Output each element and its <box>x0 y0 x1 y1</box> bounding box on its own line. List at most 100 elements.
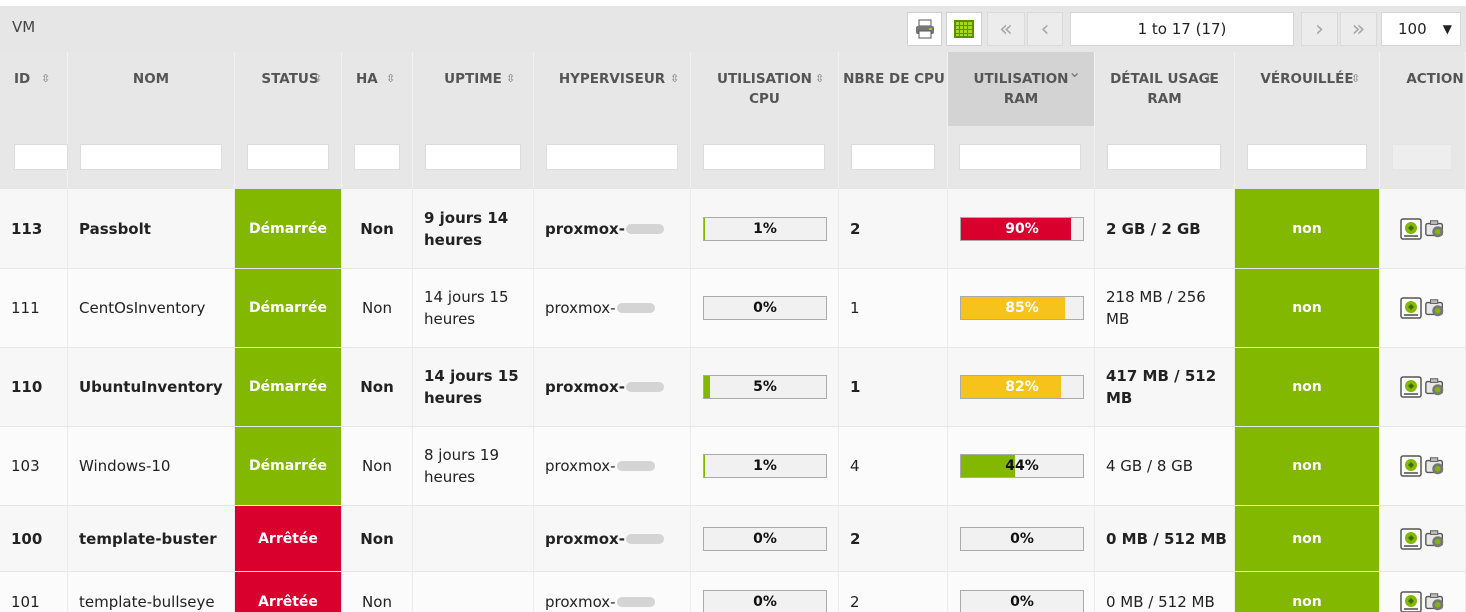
table-row[interactable]: 101 template-bullseye Arrêtée Non proxmox- 0%… <box>0 571 1466 612</box>
print-button[interactable] <box>907 12 942 46</box>
column-header-label: DÉTAIL USAGE RAM <box>1110 71 1219 107</box>
cpu-usage-label: 1% <box>753 220 777 237</box>
per-page-select[interactable]: 100 ▼ <box>1381 12 1461 46</box>
sort-icon[interactable]: ⇳ <box>815 69 824 89</box>
locked-badge: non <box>1235 348 1380 426</box>
columns-icon <box>954 20 974 38</box>
filter-input-utilisation-cpu[interactable] <box>703 144 825 170</box>
column-header-uptime[interactable]: UPTIME ⇳ <box>413 52 534 126</box>
vm-id: 103 <box>11 457 40 475</box>
ram-usage-label: 82% <box>1005 379 1039 395</box>
column-header-status[interactable]: STATUS ⇳ <box>235 52 342 126</box>
filter-input-hyperviseur[interactable] <box>546 144 678 170</box>
filter-input-ha[interactable] <box>354 144 400 170</box>
cell-ha: Non <box>342 348 413 426</box>
redacted-blur <box>616 596 655 607</box>
ram-detail-value: 218 MB / 256 MB <box>1106 288 1206 328</box>
filter-input-status[interactable] <box>247 144 329 170</box>
cpu-count-value: 1 <box>850 299 860 317</box>
status-label: Démarrée <box>249 379 327 395</box>
cpu-usage-label: 0% <box>753 593 777 610</box>
locked-value: non <box>1292 220 1322 237</box>
console-icon[interactable] <box>1399 455 1422 477</box>
cell-ram-usage: 85% <box>948 269 1095 347</box>
filter-input-nbre-de-cpu[interactable] <box>851 144 935 170</box>
action-group <box>1380 455 1465 477</box>
filter-cell <box>1380 126 1466 188</box>
ram-usage-bar: 90% <box>960 216 1084 241</box>
sort-icon[interactable]: ⇳ <box>670 69 679 89</box>
vm-settings-icon[interactable] <box>1424 591 1446 612</box>
vm-id: 101 <box>11 592 40 611</box>
column-header-nom[interactable]: NOM⇳ <box>68 52 283 126</box>
filter-input-id[interactable] <box>14 144 68 170</box>
filter-input-vérouillée[interactable] <box>1247 144 1367 170</box>
cell-uptime: 8 jours 19 heures <box>413 427 534 505</box>
column-header-détail-usage-ram[interactable]: DÉTAIL USAGE RAM ⇳ <box>1095 52 1235 126</box>
action-group <box>1380 297 1465 319</box>
vm-settings-icon[interactable] <box>1424 528 1446 550</box>
columns-button[interactable] <box>946 12 982 46</box>
column-header-utilisation-cpu[interactable]: UTILISATION CPU ⇳ <box>691 52 839 126</box>
locked-value: non <box>1292 593 1322 610</box>
ram-usage-label: 90% <box>1005 220 1039 237</box>
last-page-icon: » <box>1351 16 1366 42</box>
console-icon[interactable] <box>1399 217 1422 240</box>
filter-input-uptime[interactable] <box>425 144 521 170</box>
prev-page-button[interactable]: ‹ <box>1027 12 1063 46</box>
sort-icon[interactable]: ⇳ <box>313 69 322 89</box>
console-icon[interactable] <box>1399 527 1422 550</box>
locked-value: non <box>1292 379 1322 395</box>
ha-value: Non <box>362 592 392 611</box>
table-row[interactable]: 110 UbuntuInventory Démarrée Non 14 jours 15… <box>0 347 1466 426</box>
cpu-usage-bar: 0% <box>703 589 827 612</box>
last-page-button[interactable]: » <box>1340 12 1377 46</box>
filter-cell <box>534 126 691 188</box>
status-label: Démarrée <box>249 220 327 237</box>
uptime-value: 9 jours 14 heures <box>424 208 509 249</box>
vm-settings-icon[interactable] <box>1424 455 1446 477</box>
console-icon[interactable] <box>1399 590 1422 612</box>
filter-cell <box>1095 126 1235 188</box>
vm-settings-icon[interactable] <box>1424 376 1446 398</box>
status-label: Arrêtée <box>258 530 318 547</box>
cpu-usage-label: 0% <box>753 300 777 316</box>
hypervisor-value: proxmox- <box>545 530 664 548</box>
redacted-blur <box>625 533 664 544</box>
filter-cell <box>691 126 839 188</box>
vm-settings-icon[interactable] <box>1424 218 1446 240</box>
sort-icon[interactable]: ⇳ <box>41 69 50 89</box>
column-header-id[interactable]: ID ⇳ <box>0 52 68 126</box>
locked-badge: non <box>1235 427 1380 505</box>
next-page-button[interactable]: › <box>1301 12 1338 46</box>
filter-input-nom[interactable] <box>80 144 222 170</box>
table-row[interactable]: 111 CentOsInventory Démarrée Non 14 jours 15… <box>0 268 1466 347</box>
cpu-count-value: 1 <box>850 378 861 396</box>
status-badge: Démarrée <box>235 269 342 347</box>
sort-icon[interactable]: ⇳ <box>506 69 515 89</box>
ram-usage-bar: 0% <box>960 589 1084 612</box>
sort-icon[interactable]: ⇳ <box>1351 69 1360 89</box>
console-icon[interactable] <box>1399 376 1422 398</box>
column-header-vérouillée[interactable]: VÉROUILLÉE ⇳ <box>1235 52 1380 126</box>
cell-id: 110 <box>0 348 68 426</box>
sort-icon[interactable]: ⇳ <box>1205 69 1214 89</box>
column-header-hyperviseur[interactable]: HYPERVISEUR ⇳ <box>534 52 691 126</box>
cpu-usage-bar: 0% <box>703 526 827 551</box>
filter-input-utilisation-ram[interactable] <box>959 144 1081 170</box>
table-row[interactable]: 103 Windows-10 Démarrée Non 8 jours 19 heure… <box>0 426 1466 505</box>
sort-desc-icon[interactable]: ⌄ <box>1068 62 1081 82</box>
uptime-value: 8 jours 19 heures <box>424 446 499 486</box>
table-row[interactable]: 113 Passbolt Démarrée Non 9 jours 14 heures p… <box>0 188 1466 268</box>
pager-display[interactable]: 1 to 17 (17) <box>1070 12 1294 46</box>
status-label: Démarrée <box>249 458 327 474</box>
table-row[interactable]: 100 template-buster Arrêtée Non proxmox- 0% 2 0… <box>0 505 1466 571</box>
vm-settings-icon[interactable] <box>1424 297 1446 319</box>
sort-icon[interactable]: ⇳ <box>386 69 395 89</box>
column-header-ha[interactable]: HA ⇳ <box>342 52 413 126</box>
column-header-utilisation-ram[interactable]: UTILISATION RAM ⌄ <box>948 52 1095 126</box>
ram-usage-label: 0% <box>1010 593 1034 610</box>
console-icon[interactable] <box>1399 297 1422 319</box>
filter-input-détail-usage-ram[interactable] <box>1107 144 1221 170</box>
first-page-button[interactable]: « <box>987 12 1025 46</box>
